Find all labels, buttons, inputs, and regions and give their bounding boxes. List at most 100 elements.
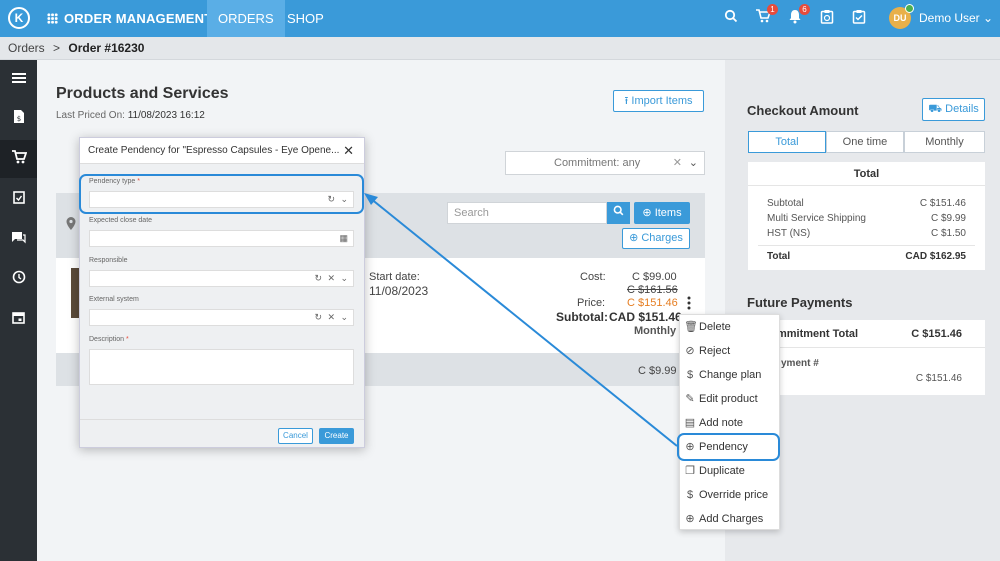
price-label: Price: — [577, 297, 606, 309]
details-button[interactable]: ⛟ Details — [922, 98, 985, 121]
start-date-label: Start date: — [369, 271, 420, 283]
tab-one-time[interactable]: One time — [826, 131, 904, 153]
totals-card-title: Total — [748, 162, 985, 186]
payment-number-label: yment # — [781, 358, 819, 369]
menu-item-label: Change plan — [699, 369, 762, 381]
top-bar: K ORDER MANAGEMENT ORDERS SHOP 1 6 DU De… — [0, 0, 1000, 37]
chevron-down-icon[interactable]: ⌄ — [340, 271, 348, 286]
clear-icon[interactable]: ✕ — [327, 271, 335, 286]
import-items-label: Import Items — [631, 95, 693, 107]
sidebar-item-cart[interactable] — [0, 140, 37, 178]
sidebar-item-calendar[interactable] — [0, 300, 37, 338]
calendar-icon[interactable]: ▦ — [339, 231, 348, 246]
tab-total[interactable]: Total — [748, 131, 826, 153]
cart-icon[interactable]: 1 — [754, 4, 778, 27]
commitment-row: mmitment Total C $151.46 — [748, 320, 985, 348]
refresh-icon[interactable]: ↻ — [314, 310, 322, 325]
bell-icon[interactable]: 6 — [786, 4, 810, 27]
start-date-value: 11/08/2023 — [369, 284, 429, 298]
product-thumbnail — [71, 268, 79, 318]
sidebar-item-messages[interactable] — [0, 220, 37, 258]
modal-footer: Cancel Create — [80, 419, 364, 449]
search-icon[interactable] — [722, 9, 740, 27]
refresh-icon[interactable]: ↻ — [314, 271, 322, 286]
tab-orders[interactable]: ORDERS — [207, 0, 285, 37]
menu-item-edit-product[interactable]: ✎ Edit product — [680, 387, 781, 411]
menu-item-label: Add Charges — [699, 513, 764, 525]
add-charges-button[interactable]: ⊕ Charges — [622, 228, 690, 249]
breadcrumb-current: Order #16230 — [68, 41, 145, 55]
chevron-down-icon[interactable]: ⌄ — [689, 152, 698, 174]
tab-shop[interactable]: SHOP — [276, 0, 335, 37]
total-value: CAD $162.95 — [905, 251, 966, 262]
field-label-text: Description — [89, 336, 125, 343]
more-options-icon[interactable] — [687, 296, 693, 312]
tab-monthly[interactable]: Monthly — [904, 131, 985, 153]
modal-title: Create Pendency for "Espresso Capsules -… — [88, 145, 340, 156]
expected-close-date-field[interactable]: ▦ — [89, 230, 354, 247]
user-menu[interactable]: Demo User ⌄ — [919, 0, 993, 37]
cancel-button[interactable]: Cancel — [278, 428, 313, 444]
subtotal-label: Subtotal: — [556, 310, 608, 324]
future-payments-card: mmitment Total C $151.46 yment # C $151.… — [748, 320, 985, 395]
truck-icon: ⛟ — [928, 103, 943, 115]
trash-icon: 🗑 — [684, 321, 698, 333]
menu-item-add-charges[interactable]: ⊕ Add Charges — [680, 507, 781, 531]
external-system-select[interactable]: ↻ ✕ ⌄ — [89, 309, 354, 326]
totals-card: Total Subtotal C $151.46 Multi Service Sh… — [748, 162, 985, 270]
row-label: Multi Service Shipping — [767, 213, 866, 224]
commitment-select[interactable]: Commitment: any ✕ ⌄ — [505, 151, 705, 175]
app-title[interactable]: ORDER MANAGEMENT — [47, 0, 212, 37]
clipboard-clock-icon[interactable] — [818, 9, 836, 27]
last-priced: Last Priced On: 11/08/2023 16:12 — [56, 110, 205, 121]
import-items-button[interactable]: ⭱ Import Items — [613, 90, 704, 112]
menu-item-label: Add note — [699, 417, 744, 429]
description-textarea[interactable] — [89, 349, 354, 385]
sidebar-item-history[interactable] — [0, 260, 37, 298]
menu-item-duplicate[interactable]: ❐ Duplicate — [680, 459, 781, 483]
modal-header: Create Pendency for "Espresso Capsules -… — [80, 138, 364, 164]
menu-item-reject[interactable]: ⊘ Reject — [680, 339, 781, 363]
sidebar-item-invoice[interactable]: $ — [0, 100, 37, 138]
plus-circle-icon: ⊕ — [685, 513, 695, 525]
responsible-select[interactable]: ↻ ✕ ⌄ — [89, 270, 354, 287]
app-logo[interactable]: K — [8, 7, 30, 29]
menu-item-delete[interactable]: 🗑Delete — [680, 315, 781, 339]
field-label-text: Expected close date — [89, 217, 153, 224]
page-title: Products and Services — [56, 85, 229, 102]
upload-icon: ⭱ — [624, 95, 629, 107]
breadcrumb-separator: > — [53, 41, 61, 55]
clear-icon[interactable]: ✕ — [327, 310, 335, 325]
breadcrumb-orders[interactable]: Orders — [8, 41, 45, 55]
menu-item-label: Delete — [699, 321, 731, 333]
search-button[interactable] — [607, 202, 630, 224]
future-payments-title: Future Payments — [747, 295, 853, 310]
commitment-select-value: Commitment: any — [554, 157, 641, 169]
pencil-icon: ✎ — [685, 393, 695, 405]
menu-item-label: Edit product — [699, 393, 758, 405]
context-menu: 🗑Delete ⊘ Reject $ Change plan ✎ Edit produ… — [679, 314, 780, 530]
chevron-down-icon[interactable]: ⌄ — [340, 310, 348, 325]
clear-icon[interactable]: ✕ — [673, 152, 682, 174]
checkout-title: Checkout Amount — [747, 103, 859, 118]
field-label-text: Responsible — [89, 257, 128, 264]
cost-label: Cost: — [580, 271, 606, 283]
menu-item-change-plan[interactable]: $ Change plan — [680, 363, 781, 387]
menu-icon[interactable] — [0, 60, 37, 98]
field-label-text: External system — [89, 296, 139, 303]
clipboard-check-icon[interactable] — [850, 9, 868, 27]
menu-item-override-price[interactable]: $ Override price — [680, 483, 781, 507]
close-icon[interactable]: ✕ — [343, 138, 354, 164]
required-marker: * — [125, 336, 129, 343]
row-value: C $9.99 — [930, 213, 966, 224]
menu-item-add-note[interactable]: ▤ Add note — [680, 411, 781, 435]
add-items-button[interactable]: ⊕ Items — [634, 202, 690, 224]
avatar[interactable]: DU — [889, 4, 914, 29]
location-pin-icon — [66, 217, 76, 233]
search-input[interactable]: Search — [447, 202, 607, 224]
create-button[interactable]: Create — [319, 428, 354, 444]
subtotal-value: CAD $151.46 — [609, 310, 682, 324]
sidebar-item-tasks[interactable] — [0, 180, 37, 218]
menu-item-label: Reject — [699, 345, 731, 357]
charges-label: Charges — [641, 232, 683, 244]
